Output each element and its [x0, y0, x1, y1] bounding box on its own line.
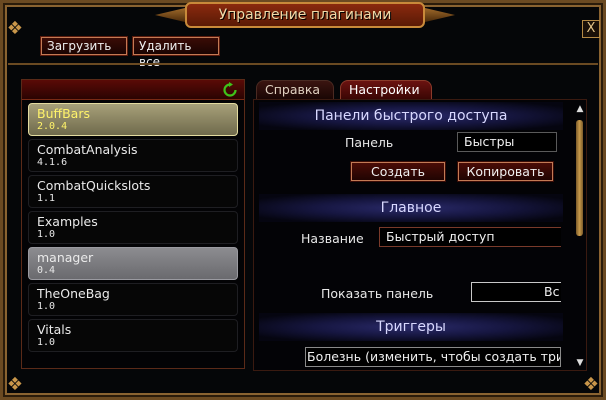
plugin-version: 1.0 — [37, 337, 56, 348]
trigger-select[interactable]: Болезнь (изменить, чтобы создать три — [305, 347, 561, 367]
name-field[interactable]: Быстрый доступ — [379, 227, 561, 247]
plugin-name: BuffBars — [37, 106, 90, 121]
plugin-list-header — [22, 80, 244, 100]
scrollbar-thumb[interactable] — [576, 120, 583, 236]
plugin-name: CombatAnalysis — [37, 142, 138, 157]
plugin-version: 1.0 — [37, 229, 56, 240]
plugin-item-examples[interactable]: Examples 1.0 — [28, 211, 238, 244]
section-header-quickbars: Панели быстрого доступа — [259, 102, 563, 130]
create-button[interactable]: Создать — [350, 161, 446, 182]
settings-panel: Панели быстрого доступа Панель Быстры Со… — [253, 99, 587, 371]
plugin-name: manager — [37, 250, 94, 265]
tab-help[interactable]: Справка — [256, 80, 334, 99]
plugin-item-manager[interactable]: manager 0.4 — [28, 247, 238, 280]
panel-select[interactable]: Быстры — [457, 132, 557, 152]
plugin-name: CombatQuickslots — [37, 178, 151, 193]
tab-settings[interactable]: Настройки — [340, 80, 432, 99]
divider — [8, 63, 598, 65]
delete-all-button[interactable]: Удалить все — [132, 36, 220, 69]
section-header-triggers: Триггеры — [259, 313, 563, 341]
settings-scrollbar[interactable]: ▲ ▼ — [573, 100, 586, 370]
copy-button[interactable]: Копировать — [457, 161, 554, 182]
window-title: Управление плагинами — [185, 2, 425, 28]
section-header-main: Главное — [259, 194, 563, 222]
load-button[interactable]: Загрузить — [40, 36, 128, 56]
plugin-version: 2.0.4 — [37, 121, 68, 132]
show-panel-select[interactable]: Вс — [471, 282, 561, 302]
plugin-name: TheOneBag — [37, 286, 110, 301]
name-label: Название — [301, 231, 364, 246]
arrow-down-icon[interactable]: ▼ — [575, 358, 585, 368]
close-button[interactable]: X — [582, 20, 600, 38]
plugin-name: Vitals — [37, 322, 72, 337]
plugin-item-vitals[interactable]: Vitals 1.0 — [28, 319, 238, 352]
arrow-up-icon[interactable]: ▲ — [575, 104, 585, 114]
panel-label: Панель — [345, 135, 394, 150]
corner-ornament-icon: ❖ — [582, 374, 600, 395]
show-panel-label: Показать панель — [321, 286, 434, 301]
plugin-list: BuffBars 2.0.4 CombatAnalysis 4.1.6 Comb… — [21, 79, 245, 369]
plugin-version: 1.1 — [37, 193, 56, 204]
plugin-version: 0.4 — [37, 265, 56, 276]
plugin-item-combatanalysis[interactable]: CombatAnalysis 4.1.6 — [28, 139, 238, 172]
refresh-icon[interactable] — [222, 82, 238, 98]
corner-ornament-icon: ❖ — [6, 374, 24, 395]
corner-ornament-icon: ❖ — [6, 18, 24, 39]
plugin-item-buffbars[interactable]: BuffBars 2.0.4 — [28, 103, 238, 136]
plugin-item-combatquickslots[interactable]: CombatQuickslots 1.1 — [28, 175, 238, 208]
plugin-name: Examples — [37, 214, 98, 229]
plugin-version: 1.0 — [37, 301, 56, 312]
plugin-item-theonebag[interactable]: TheOneBag 1.0 — [28, 283, 238, 316]
plugin-version: 4.1.6 — [37, 157, 68, 168]
